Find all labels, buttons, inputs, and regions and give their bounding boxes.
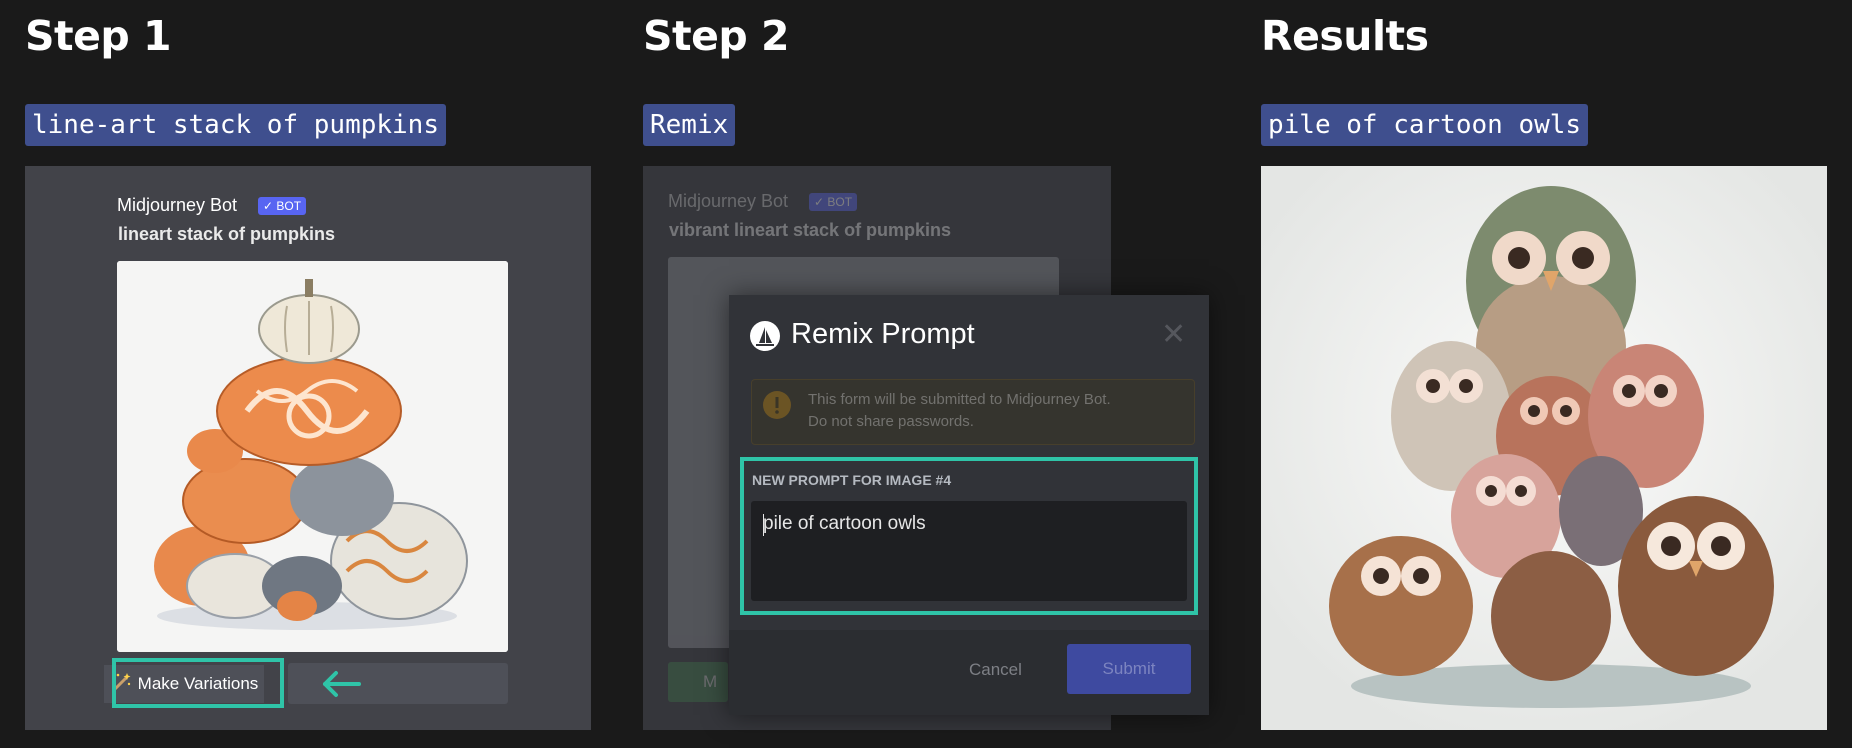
pumpkin-image[interactable] xyxy=(117,261,508,652)
submit-button[interactable]: Submit xyxy=(1067,644,1191,694)
make-variations-button[interactable]: M xyxy=(668,662,728,702)
results-title: Results xyxy=(1261,12,1429,60)
pumpkin-stack-illustration xyxy=(117,261,508,652)
cancel-button[interactable]: Cancel xyxy=(969,660,1022,680)
bot-badge: ✓ BOT xyxy=(809,193,858,211)
left-arrow-icon xyxy=(321,670,361,703)
bot-name[interactable]: Midjourney Bot xyxy=(668,191,788,212)
prompt-highlight-box xyxy=(740,457,1198,615)
step-1-title: Step 1 xyxy=(25,12,172,60)
variations-highlight-box xyxy=(112,658,284,708)
modal-title: Remix Prompt xyxy=(791,318,975,350)
bot-prompt-text: lineart stack of pumpkins xyxy=(118,224,336,244)
step-1-prompt-tag: line-art stack of pumpkins xyxy=(25,104,446,146)
warning-text-line-1: This form will be submitted to Midjourne… xyxy=(808,391,1111,408)
step-2-title: Step 2 xyxy=(643,12,790,60)
close-icon[interactable]: ✕ xyxy=(1161,317,1186,352)
bot-prompt-text: vibrant lineart stack of pumpkins xyxy=(669,220,952,240)
midjourney-logo-icon xyxy=(750,321,780,356)
owls-result-image[interactable] xyxy=(1261,166,1827,730)
warning-icon xyxy=(762,390,792,425)
step-1-discord-panel: Midjourney Bot ✓ BOT lineart stack of pu… xyxy=(25,166,591,730)
bot-badge: ✓ BOT xyxy=(258,197,307,215)
warning-text-line-2: Do not share passwords. xyxy=(808,413,974,430)
modal-footer: Cancel Submit xyxy=(729,630,1209,715)
owl-pile-illustration xyxy=(1261,166,1827,730)
bot-name[interactable]: Midjourney Bot xyxy=(117,195,237,216)
results-prompt-tag: pile of cartoon owls xyxy=(1261,104,1589,146)
step-2-prompt-tag: Remix xyxy=(643,104,736,146)
